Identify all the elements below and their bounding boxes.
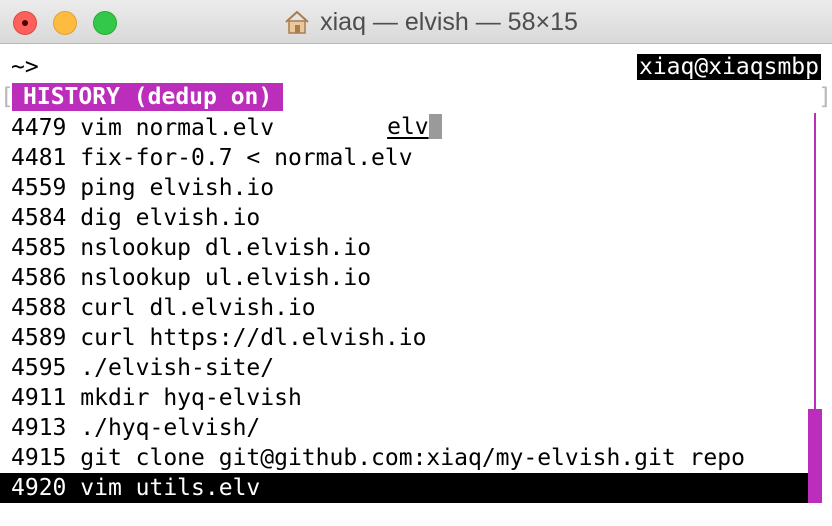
history-list[interactable]: 4479 vim normal.elv 4481 fix-for-0.7 < no… [0,113,832,503]
right-prompt: xiaq@xiaqsmbp [636,54,821,80]
history-item-id: 4584 [11,205,67,231]
history-item[interactable]: 4479 vim normal.elv [0,113,808,143]
history-item-command: mkdir hyq-elvish [80,385,302,411]
shell-prompt: ~> [11,54,39,80]
history-item-command: ./hyq-elvish/ [80,415,261,441]
history-item-id: 4911 [11,385,67,411]
history-item-id: 4913 [11,415,67,441]
history-item-id: 4588 [11,295,67,321]
history-item[interactable]: 4481 fix-for-0.7 < normal.elv [0,143,808,173]
history-item[interactable]: 4588 curl dl.elvish.io [0,293,808,323]
scrollbar-thumb[interactable] [808,409,822,503]
history-item-command: nslookup dl.elvish.io [80,235,372,261]
history-item-command: fix-for-0.7 < normal.elv [80,145,413,171]
history-item[interactable]: 4559 ping elvish.io [0,173,808,203]
history-item-id: 4920 [11,475,67,501]
history-item[interactable]: 4911 mkdir hyq-elvish [0,383,808,413]
window-title: xiaq — elvish — 58×15 [320,7,578,36]
history-item[interactable]: 4595 ./elvish-site/ [0,353,808,383]
history-item-command: curl dl.elvish.io [80,295,316,321]
history-item[interactable]: 4913 ./hyq-elvish/ [0,413,808,443]
history-item-id: 4595 [11,355,67,381]
history-item-command: nslookup ul.elvish.io [80,265,372,291]
history-item-command: vim utils.elv [80,475,261,501]
history-filter-input[interactable]: elv [304,82,442,140]
history-item-id: 4915 [11,445,67,471]
history-item-command: ping elvish.io [80,175,275,201]
history-mode-badge: HISTORY (dedup on) [12,83,284,111]
history-item-id: 4586 [11,265,67,291]
history-item[interactable]: 4589 curl https://dl.elvish.io [0,323,808,353]
history-item-command: dig elvish.io [80,205,261,231]
history-item-command: ./elvish-site/ [80,355,275,381]
history-item-command: git clone git@github.com:xiaq/my-elvish.… [80,445,745,471]
title-bar[interactable]: xiaq — elvish — 58×15 [0,0,832,44]
mode-bracket-right: ] [818,84,832,110]
history-item[interactable]: 4920 vim utils.elv [0,473,808,503]
history-item-id: 4559 [11,175,67,201]
history-item-command: curl https://dl.elvish.io [80,325,427,351]
history-item[interactable]: 4584 dig elvish.io [0,203,808,233]
history-item[interactable]: 4586 nslookup ul.elvish.io [0,263,808,293]
history-item-id: 4589 [11,325,67,351]
home-folder-icon [285,10,309,34]
terminal-window: xiaq — elvish — 58×15 ~> xiaq@xiaqsmbp [… [0,0,832,526]
window-title-area: xiaq — elvish — 58×15 [0,0,832,44]
history-item[interactable]: 4585 nslookup dl.elvish.io [0,233,808,263]
history-item-id: 4585 [11,235,67,261]
history-item-command: vim normal.elv [80,115,275,141]
terminal-content[interactable]: ~> xiaq@xiaqsmbp [ HISTORY (dedup on) el… [0,44,832,526]
history-item-id: 4479 [11,115,67,141]
history-item[interactable]: 4915 git clone git@github.com:xiaq/my-el… [0,443,808,473]
history-item-id: 4481 [11,145,67,171]
